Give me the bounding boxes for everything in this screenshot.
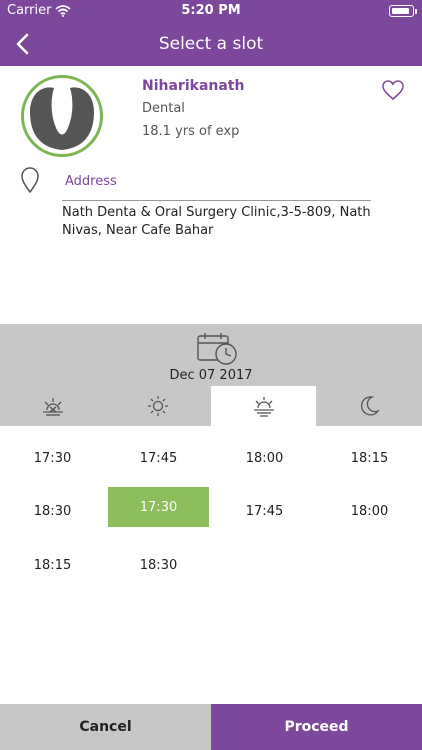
time-slot[interactable]: 17:45 — [214, 491, 315, 531]
selected-date: Dec 07 2017 — [169, 368, 253, 383]
time-slot[interactable]: 18:15 — [319, 438, 420, 478]
doctor-speciality: Dental — [142, 101, 185, 116]
time-of-day-tabs — [0, 386, 422, 426]
address-label: Address — [65, 174, 117, 189]
footer-actions: Cancel Proceed — [0, 704, 422, 750]
status-time: 5:20 PM — [181, 3, 241, 18]
battery-icon — [389, 5, 417, 17]
time-slot[interactable]: 18:00 — [319, 491, 420, 531]
tooth-icon — [30, 87, 94, 150]
tab-early-morning[interactable] — [0, 386, 105, 426]
time-slot[interactable]: 18:00 — [214, 438, 315, 478]
battery-level-fill — [392, 8, 410, 14]
time-slot[interactable]: 18:30 — [2, 491, 103, 531]
date-panel: Dec 07 2017 — [0, 324, 422, 386]
tab-morning[interactable] — [105, 386, 211, 426]
sunset-icon — [253, 397, 274, 417]
address-divider — [62, 200, 371, 201]
status-bar: Carrier 5:20 PM — [0, 0, 422, 22]
address-text: Nath Denta & Oral Surgery Clinic,3-5-809… — [62, 205, 371, 238]
proceed-button[interactable]: Proceed — [211, 704, 422, 750]
doctor-profile: Niharikanath Dental 18.1 yrs of exp Addr… — [0, 66, 422, 324]
app-header: Carrier 5:20 PM Select a slot — [0, 0, 422, 66]
cancel-button[interactable]: Cancel — [0, 704, 211, 750]
nav-bar: Select a slot — [0, 22, 422, 66]
time-slot-selected[interactable]: 17:30 — [108, 487, 209, 527]
doctor-experience: 18.1 yrs of exp — [142, 124, 240, 139]
moon-icon — [361, 396, 380, 416]
tab-evening[interactable] — [211, 386, 316, 426]
location-pin-icon — [21, 167, 39, 193]
sunrise-icon — [42, 398, 63, 416]
time-slot[interactable]: 18:30 — [108, 545, 209, 585]
page-title: Select a slot — [158, 34, 264, 54]
tab-night[interactable] — [316, 386, 422, 426]
time-slot[interactable]: 18:15 — [2, 545, 103, 585]
avatar — [21, 75, 103, 157]
calendar-clock-icon — [197, 333, 237, 365]
sun-icon — [148, 396, 168, 416]
heart-outline-icon — [382, 80, 404, 100]
time-slot[interactable]: 17:30 — [2, 438, 103, 478]
time-slot[interactable]: 17:45 — [108, 438, 209, 478]
doctor-name: Niharikanath — [142, 78, 245, 94]
favorite-button[interactable] — [381, 79, 405, 101]
